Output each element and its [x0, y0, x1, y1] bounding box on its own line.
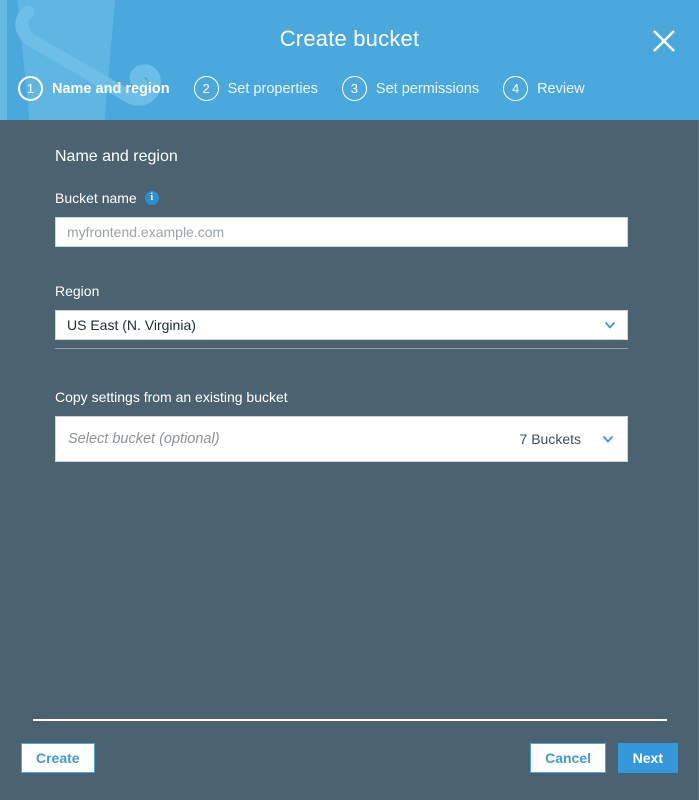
- info-icon[interactable]: i: [145, 191, 159, 205]
- step-1-number: 1: [18, 76, 43, 101]
- dialog-header: Create bucket 1 Name and region 2 Set pr…: [0, 0, 699, 120]
- step-4-review[interactable]: 4 Review: [503, 76, 585, 101]
- create-bucket-dialog: Create bucket 1 Name and region 2 Set pr…: [0, 0, 699, 800]
- copy-settings-placeholder: Select bucket (optional): [68, 431, 520, 447]
- step-4-label: Review: [537, 81, 585, 97]
- copy-settings-label-row: Copy settings from an existing bucket: [55, 389, 628, 405]
- bucket-name-input[interactable]: myfrontend.example.com: [55, 217, 628, 247]
- create-button[interactable]: Create: [21, 743, 95, 773]
- close-icon[interactable]: [647, 24, 681, 58]
- region-label: Region: [55, 283, 99, 299]
- step-indicator: 1 Name and region 2 Set properties 3 Set…: [18, 76, 609, 101]
- region-select[interactable]: US East (N. Virginia): [55, 310, 628, 340]
- page-title: Create bucket: [0, 26, 699, 52]
- bucket-count-label: 7 Buckets: [520, 431, 581, 447]
- step-4-number: 4: [503, 76, 528, 101]
- bucket-name-label-row: Bucket name i: [55, 190, 628, 206]
- chevron-down-icon: [601, 432, 615, 446]
- bucket-name-field-group: Bucket name i myfrontend.example.com: [55, 190, 628, 247]
- dialog-body: Name and region Bucket name i myfrontend…: [0, 120, 699, 704]
- region-selected-value: US East (N. Virginia): [67, 317, 597, 333]
- header-edge-strip: [0, 0, 7, 120]
- step-1-name-and-region[interactable]: 1 Name and region: [18, 76, 170, 101]
- bucket-name-label: Bucket name: [55, 190, 137, 206]
- dialog-footer: Create Cancel Next: [0, 704, 699, 800]
- step-3-label: Set permissions: [376, 81, 479, 97]
- bucket-name-placeholder: myfrontend.example.com: [67, 224, 224, 240]
- copy-settings-label: Copy settings from an existing bucket: [55, 389, 288, 405]
- cancel-button[interactable]: Cancel: [530, 743, 606, 773]
- region-field-group: Region US East (N. Virginia): [55, 283, 628, 340]
- region-label-row: Region: [55, 283, 628, 299]
- section-title: Name and region: [55, 148, 178, 166]
- chevron-down-icon: [603, 318, 617, 332]
- step-3-number: 3: [342, 76, 367, 101]
- step-2-number: 2: [194, 76, 219, 101]
- copy-settings-select[interactable]: Select bucket (optional) 7 Buckets: [55, 416, 628, 462]
- step-3-set-permissions[interactable]: 3 Set permissions: [342, 76, 479, 101]
- step-1-label: Name and region: [52, 81, 170, 97]
- bucket-watermark-icon: [0, 0, 230, 120]
- step-2-label: Set properties: [228, 81, 318, 97]
- footer-right-actions: Cancel Next: [478, 704, 678, 800]
- step-2-set-properties[interactable]: 2 Set properties: [194, 76, 318, 101]
- section-divider: [55, 348, 628, 349]
- next-button[interactable]: Next: [618, 743, 678, 773]
- copy-settings-field-group: Copy settings from an existing bucket Se…: [55, 389, 628, 462]
